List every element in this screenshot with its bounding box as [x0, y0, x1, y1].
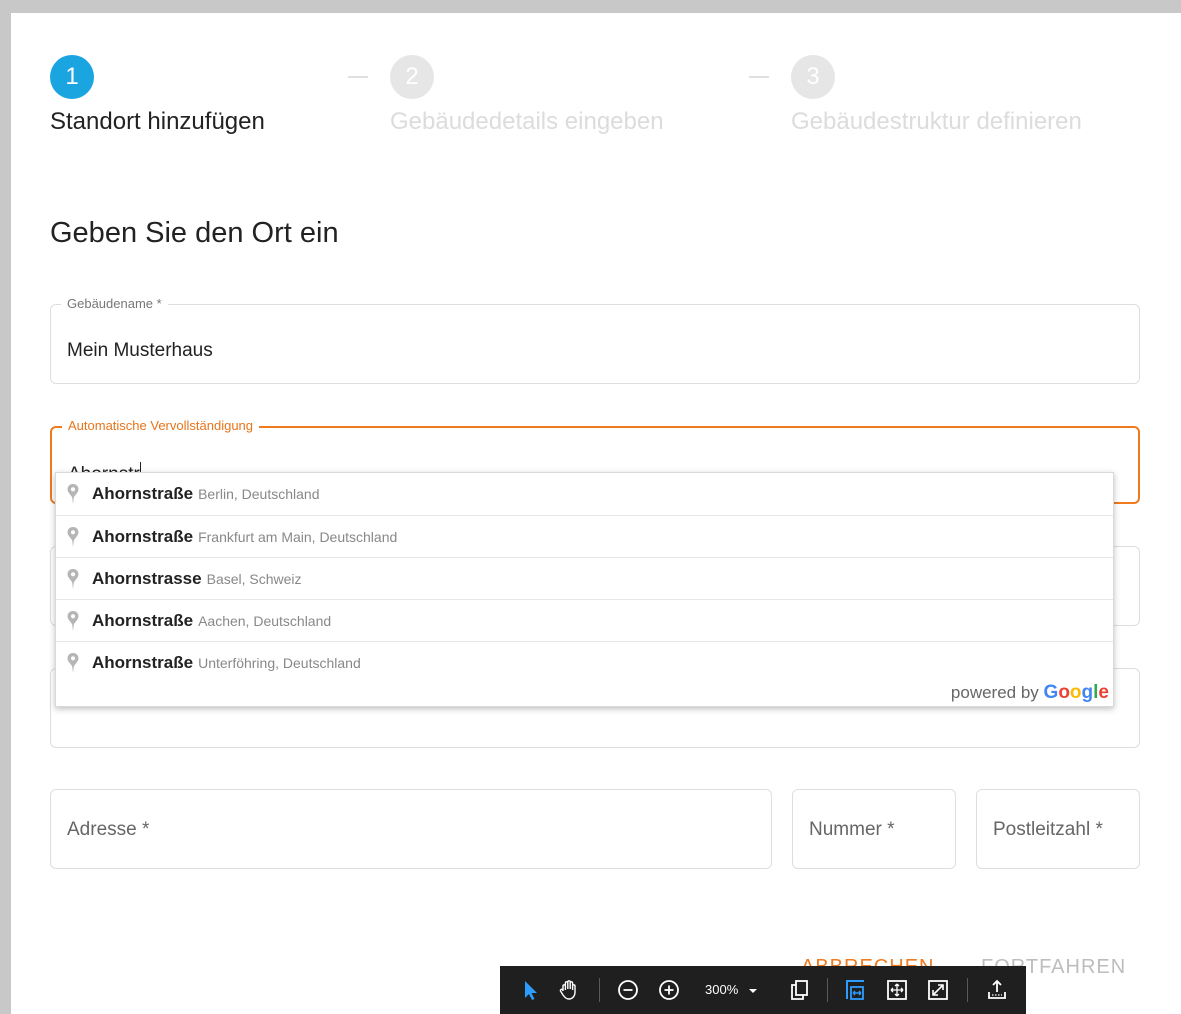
share-icon[interactable]	[985, 978, 1009, 1002]
toolbar-separator	[599, 978, 600, 1002]
suggestion-item[interactable]: Ahornstraße Unterföhring, Deutschland	[56, 641, 1113, 683]
map-pin-icon	[67, 484, 79, 504]
map-pin-icon	[67, 526, 79, 547]
step-2-label: Gebäudedetails eingeben	[390, 108, 664, 135]
viewer-toolbar: 300%	[500, 966, 1026, 1014]
autocomplete-dropdown: Ahornstraße Berlin, Deutschland Ahornstr…	[55, 472, 1114, 707]
zoom-out-icon[interactable]	[616, 978, 640, 1002]
address-field[interactable]: Adresse *	[50, 789, 772, 869]
step-3-circle: 3	[791, 55, 835, 99]
fullscreen-icon[interactable]	[926, 978, 950, 1002]
suggestion-item[interactable]: Ahornstraße Berlin, Deutschland	[56, 473, 1113, 515]
suggestion-secondary-text: Frankfurt am Main, Deutschland	[198, 528, 398, 545]
number-field[interactable]: Nummer *	[792, 789, 956, 869]
suggestion-item[interactable]: Ahornstraße Frankfurt am Main, Deutschla…	[56, 515, 1113, 557]
suggestion-item[interactable]: Ahornstraße Aachen, Deutschland	[56, 599, 1113, 641]
google-logo: Google	[1043, 682, 1109, 703]
zoom-level[interactable]: 300%	[705, 982, 738, 997]
hand-tool-icon[interactable]	[557, 978, 581, 1002]
step-separator	[348, 76, 368, 78]
suggestion-main-text: Ahornstraße	[92, 484, 194, 503]
suggestion-main-text: Ahornstraße	[92, 610, 194, 630]
step-1-label: Standort hinzufügen	[50, 108, 265, 135]
suggestion-secondary-text: Berlin, Deutschland	[198, 486, 320, 502]
suggestion-secondary-text: Aachen, Deutschland	[198, 612, 332, 629]
suggestion-secondary-text: Unterföhring, Deutschland	[198, 654, 361, 671]
postal-code-field[interactable]: Postleitzahl *	[976, 789, 1140, 869]
building-name-label: Gebäudename *	[61, 296, 168, 311]
toolbar-separator	[827, 978, 828, 1002]
step-separator	[749, 76, 769, 78]
step-2-circle: 2	[390, 55, 434, 99]
map-pin-icon	[67, 610, 79, 631]
powered-by-text: powered by	[950, 683, 1039, 702]
suggestion-main-text: Ahornstraße	[92, 652, 194, 672]
suggestion-main-text: Ahornstrasse	[92, 568, 202, 588]
autocomplete-label: Automatische Vervollständigung	[62, 418, 260, 433]
select-cursor-icon[interactable]	[518, 978, 542, 1002]
toolbar-separator	[967, 978, 968, 1002]
number-placeholder: Nummer *	[809, 819, 895, 840]
page-icon[interactable]	[787, 978, 811, 1002]
dropdown-caret-icon[interactable]	[746, 978, 760, 1002]
step-1-circle[interactable]: 1	[50, 55, 94, 99]
fit-width-icon[interactable]	[843, 978, 867, 1002]
suggestion-secondary-text: Basel, Schweiz	[206, 570, 302, 587]
map-pin-icon	[67, 652, 79, 673]
suggestion-item[interactable]: Ahornstrasse Basel, Schweiz	[56, 557, 1113, 599]
suggestion-main-text: Ahornstraße	[92, 526, 194, 546]
powered-by-google: powered by Google	[951, 682, 1109, 704]
page-title: Geben Sie den Ort ein	[50, 217, 339, 249]
postal-code-placeholder: Postleitzahl *	[993, 819, 1103, 840]
address-placeholder: Adresse *	[67, 819, 150, 840]
map-pin-icon	[67, 568, 79, 589]
zoom-in-icon[interactable]	[657, 978, 681, 1002]
step-3-label: Gebäudestruktur definieren	[791, 108, 1082, 135]
building-name-field[interactable]: Gebäudename * Mein Musterhaus	[50, 296, 1140, 384]
building-name-value: Mein Musterhaus	[67, 340, 213, 361]
fit-page-icon[interactable]	[885, 978, 909, 1002]
